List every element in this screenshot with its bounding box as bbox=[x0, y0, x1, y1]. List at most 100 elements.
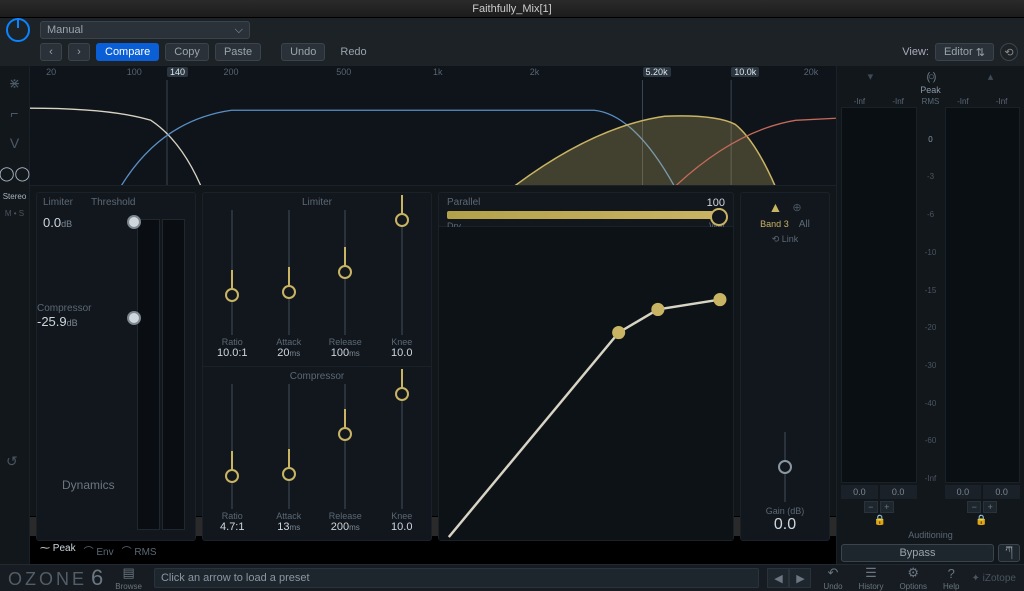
freq-tick[interactable]: 10.0k bbox=[731, 67, 759, 77]
ozone-logo: OZONE6 bbox=[8, 565, 103, 591]
preset-prev-button[interactable]: ◀ bbox=[767, 568, 789, 588]
view-label: View: bbox=[902, 46, 929, 58]
preset-dropdown[interactable]: Manual ⌵ bbox=[40, 21, 250, 39]
band-label[interactable]: Band 3 bbox=[760, 219, 789, 230]
next-preset-button[interactable]: › bbox=[68, 43, 90, 61]
redo-button[interactable]: Redo bbox=[331, 43, 375, 61]
tool-rail: ⋇ ⌐ V ◯◯ Stereo M • S bbox=[0, 66, 30, 564]
paste-button[interactable]: Paste bbox=[215, 43, 261, 61]
param-slider[interactable]: Release200ms bbox=[322, 382, 369, 533]
limiter-threshold-value[interactable]: 0.0 bbox=[43, 215, 61, 230]
param-slider[interactable]: Knee10.0 bbox=[379, 208, 426, 359]
stereo-mode-icon[interactable]: ◯◯ bbox=[4, 162, 26, 184]
limiter-section: Limiter Ratio10.0:1Attack20msRelease100m… bbox=[203, 193, 431, 367]
lowshelf-icon[interactable]: ⌐ bbox=[4, 102, 26, 124]
plugin-body: ⋇ ⌐ V ◯◯ Stereo M • S 20 100 140 200 500 1k 2k… bbox=[0, 66, 1024, 516]
collapse-out-icon[interactable]: ▴ bbox=[988, 70, 994, 83]
collapse-in-icon[interactable]: ▾ bbox=[868, 70, 874, 83]
highshelf-icon[interactable]: V bbox=[4, 132, 26, 154]
preset-message[interactable]: Click an arrow to load a preset bbox=[154, 568, 759, 588]
preset-name: Manual bbox=[47, 24, 83, 36]
window-title: Faithfully_Mix[1] bbox=[0, 0, 1024, 18]
prev-preset-button[interactable]: ‹ bbox=[40, 43, 62, 61]
sidechain-icon[interactable]: ⟲ bbox=[1000, 43, 1018, 61]
output-meter: -Inf-Inf bbox=[945, 97, 1021, 483]
crossover-solo-icon[interactable]: ⋇ bbox=[4, 72, 26, 94]
center-panel: 20 100 140 200 500 1k 2k 5.20k 10.0k 20k Limiter bbox=[30, 66, 836, 564]
compressor-threshold-handle[interactable] bbox=[127, 311, 141, 325]
compare-button[interactable]: Compare bbox=[96, 43, 159, 61]
help-icon: ? bbox=[948, 566, 955, 581]
bypass-button[interactable]: Bypass bbox=[841, 544, 994, 562]
param-slider[interactable]: Attack13ms bbox=[266, 382, 313, 533]
freq-tick: 200 bbox=[223, 67, 238, 77]
history-button[interactable]: ☰History bbox=[855, 565, 888, 591]
in-lock-icon[interactable]: 🔒 bbox=[841, 515, 919, 526]
options-button[interactable]: ⚙Options bbox=[895, 565, 931, 591]
param-slider[interactable]: Ratio10.0:1 bbox=[209, 208, 256, 359]
io-stereo-icon[interactable]: (○) bbox=[927, 71, 935, 83]
freq-tick: 500 bbox=[336, 67, 351, 77]
reset-icon[interactable]: ↺ bbox=[6, 453, 18, 470]
gear-icon: ⚙ bbox=[907, 565, 919, 581]
freq-tick: 20k bbox=[804, 67, 819, 77]
help-button[interactable]: ?Help bbox=[939, 566, 963, 591]
in-minus-button[interactable]: − bbox=[864, 501, 878, 513]
io-meter-panel: ▾ (○) ▴ Peak -Inf-Inf RMS 0-3-6-10-15-20… bbox=[836, 66, 1024, 564]
stereo-label: Stereo bbox=[3, 192, 27, 201]
param-slider[interactable]: Knee10.0 bbox=[379, 382, 426, 533]
detect-peak[interactable]: ⁓ Peak bbox=[40, 543, 76, 558]
threshold-section-label: Threshold bbox=[91, 197, 135, 208]
parallel-value[interactable]: 100 bbox=[707, 197, 725, 209]
footer-undo-button[interactable]: ↶Undo bbox=[819, 565, 846, 591]
curve-panel: Parallel 100 DryWet bbox=[438, 192, 734, 541]
freq-tick: 1k bbox=[433, 67, 443, 77]
param-slider[interactable]: Attack20ms bbox=[266, 208, 313, 359]
gain-slider[interactable] bbox=[784, 432, 786, 502]
brand-label: ✦ iZotope bbox=[971, 573, 1016, 584]
ms-label[interactable]: M • S bbox=[5, 209, 24, 218]
out-lock-icon[interactable]: 🔒 bbox=[943, 515, 1021, 526]
view-selector[interactable]: Editor ⇅ bbox=[935, 43, 994, 61]
band-solo-icon[interactable]: ▲ bbox=[768, 199, 782, 215]
module-name: Dynamics bbox=[62, 478, 115, 492]
in-plus-button[interactable]: + bbox=[880, 501, 894, 513]
preset-next-button[interactable]: ▶ bbox=[789, 568, 811, 588]
auditioning-label: Auditioning bbox=[841, 530, 1020, 540]
browse-button[interactable]: ▤Browse bbox=[111, 565, 146, 591]
detect-env[interactable]: ⌒ Env bbox=[84, 543, 114, 558]
parallel-section: Parallel 100 DryWet bbox=[439, 193, 733, 227]
crossover-display[interactable]: 20 100 140 200 500 1k 2k 5.20k 10.0k 20k bbox=[30, 66, 836, 186]
dynamics-sliders: Limiter Ratio10.0:1Attack20msRelease100m… bbox=[202, 192, 432, 541]
gain-value[interactable]: 0.0 bbox=[774, 516, 796, 534]
limiter-section-label: Limiter bbox=[43, 197, 73, 208]
freq-tick[interactable]: 140 bbox=[167, 67, 188, 77]
link-toggle[interactable]: ⟲ Link bbox=[772, 234, 799, 245]
power-button[interactable] bbox=[6, 18, 30, 42]
host-toolbar: Manual ⌵ ‹ › Compare Copy Paste Undo Red… bbox=[0, 18, 1024, 66]
freq-tick[interactable]: 5.20k bbox=[643, 67, 671, 77]
copy-button[interactable]: Copy bbox=[165, 43, 209, 61]
out-readout-r: 0.0 bbox=[983, 485, 1020, 499]
in-readout-l: 0.0 bbox=[841, 485, 878, 499]
freq-tick: 2k bbox=[530, 67, 540, 77]
freq-tick: 100 bbox=[127, 67, 142, 77]
globe-icon[interactable]: ⊕ bbox=[792, 201, 801, 214]
undo-icon: ↶ bbox=[828, 565, 839, 581]
ear-icon[interactable]: ཀ bbox=[998, 544, 1020, 562]
limiter-threshold-handle[interactable] bbox=[127, 215, 141, 229]
transfer-curve[interactable] bbox=[439, 227, 733, 540]
out-plus-button[interactable]: + bbox=[983, 501, 997, 513]
parallel-slider[interactable] bbox=[447, 211, 725, 219]
all-bands-label[interactable]: All bbox=[799, 219, 810, 230]
history-icon: ☰ bbox=[865, 565, 877, 581]
out-minus-button[interactable]: − bbox=[967, 501, 981, 513]
in-readout-r: 0.0 bbox=[880, 485, 917, 499]
updown-icon: ⇅ bbox=[976, 46, 985, 59]
param-slider[interactable]: Ratio4.7:1 bbox=[209, 382, 256, 533]
freq-tick: 20 bbox=[46, 67, 56, 77]
undo-button[interactable]: Undo bbox=[281, 43, 325, 61]
detect-rms[interactable]: ⌒ RMS bbox=[122, 543, 157, 558]
param-slider[interactable]: Release100ms bbox=[322, 208, 369, 359]
compressor-threshold-value[interactable]: -25.9 bbox=[37, 314, 67, 329]
